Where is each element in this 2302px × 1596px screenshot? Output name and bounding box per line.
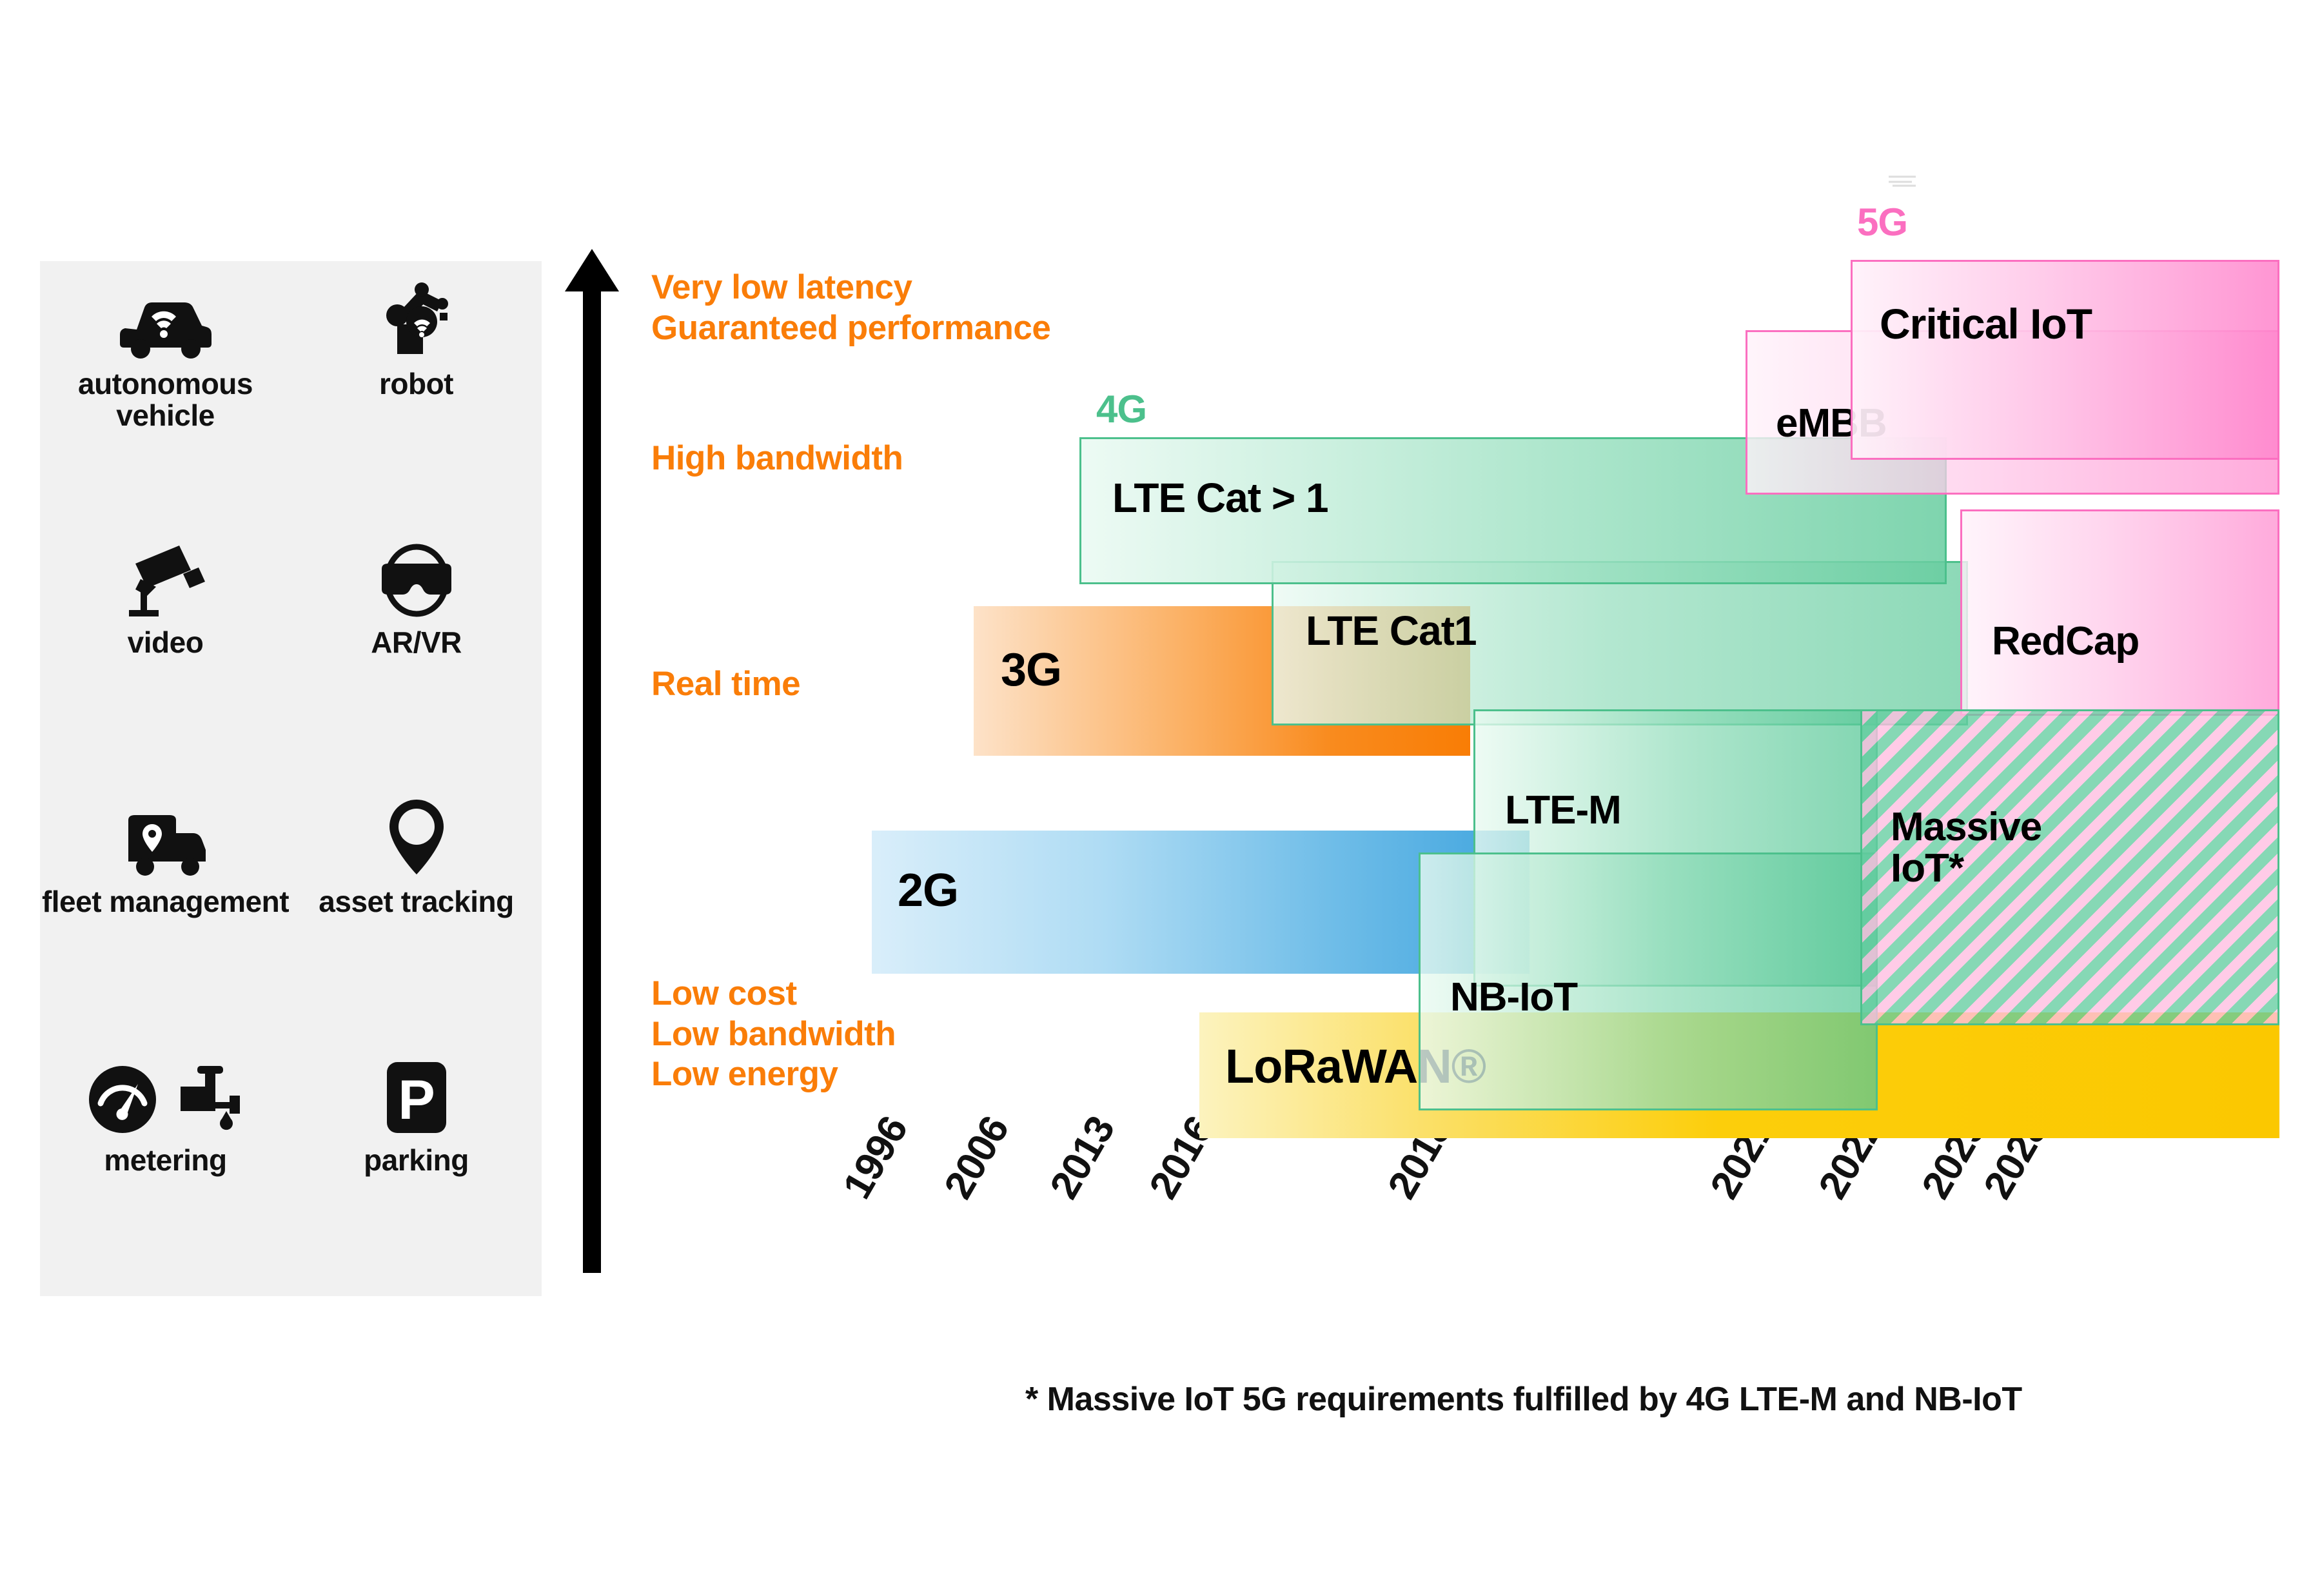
technology-bar-massive-iot: Massive IoT* — [1860, 709, 2279, 1025]
year-tick-label: 2006 — [936, 1109, 1018, 1207]
use-case-label: autonomous vehicle — [78, 367, 253, 432]
technology-bar-label: LTE-M — [1505, 788, 1622, 832]
faint-mark-icon — [1886, 173, 1920, 190]
generation-label-5g: 5G — [1857, 201, 1908, 244]
requirement-label-real-time: Real time — [651, 665, 801, 703]
technology-bar-label: Massive IoT* — [1891, 805, 2042, 891]
year-axis: 1996 2006 2013 2016 2018 2021 2022 2025 2028 — [0, 1109, 2302, 1309]
use-case-label: asset tracking — [319, 884, 514, 918]
use-case-label: robot — [379, 367, 454, 400]
ar-vr-headset-icon — [375, 542, 458, 618]
use-case-autonomous-vehicle: autonomous vehicle — [40, 261, 291, 431]
use-case-label: fleet management — [41, 884, 290, 918]
technology-bar-nb-iot: NB-IoT — [1419, 852, 1878, 1110]
parking-sign-icon: P — [383, 1059, 450, 1136]
use-case-robot: robot — [291, 261, 542, 400]
technology-bar-critical-iot: Critical IoT — [1851, 260, 2279, 460]
technology-bar-label: 3G — [1001, 644, 1062, 696]
footnote: * Massive IoT 5G requirements fulfilled … — [1025, 1381, 2022, 1418]
use-case-video: video — [40, 520, 291, 658]
technology-bar-label: LTE Cat > 1 — [1112, 475, 1329, 521]
robot-icon — [375, 282, 458, 359]
requirement-label-low-cost: Low cost Low bandwidth Low energy — [651, 974, 896, 1094]
use-case-panel: autonomous vehicle robot video AR/VR fle… — [40, 261, 542, 1296]
technology-bar-label: 2G — [898, 865, 959, 916]
year-tick-label: 2013 — [1041, 1109, 1124, 1207]
use-case-label: AR/VR — [371, 626, 462, 660]
requirement-label-high-bandwidth: High bandwidth — [651, 439, 903, 477]
year-tick-label: 1996 — [834, 1109, 917, 1207]
technology-bar-label: LTE Cat1 — [1306, 607, 1477, 654]
technology-bar-label: NB-IoT — [1450, 975, 1578, 1020]
video-camera-icon — [124, 542, 208, 618]
svg-text:P: P — [398, 1069, 435, 1131]
requirement-label-very-low-latency: Very low latency Guaranteed performance — [651, 268, 1051, 347]
map-pin-icon — [384, 799, 449, 877]
use-case-label: video — [127, 626, 204, 660]
use-case-ar-vr: AR/VR — [291, 520, 542, 658]
fleet-truck-icon — [123, 801, 208, 877]
technology-bar-redcap: RedCap — [1960, 509, 2279, 716]
up-arrow-icon — [565, 249, 619, 1273]
technology-bar-label: Critical IoT — [1880, 300, 2092, 348]
technology-bar-label: RedCap — [1992, 619, 2140, 664]
autonomous-vehicle-icon — [117, 283, 214, 359]
use-case-parking: P parking — [291, 1038, 542, 1176]
technology-bar-lte-cat1: LTE Cat1 — [1272, 561, 1968, 725]
gauge-and-faucet-icon — [86, 1059, 245, 1136]
use-case-fleet-management: fleet management — [40, 779, 291, 918]
generation-label-4g: 4G — [1096, 388, 1147, 431]
use-case-metering: metering — [40, 1038, 291, 1176]
use-case-asset-tracking: asset tracking — [291, 779, 542, 918]
